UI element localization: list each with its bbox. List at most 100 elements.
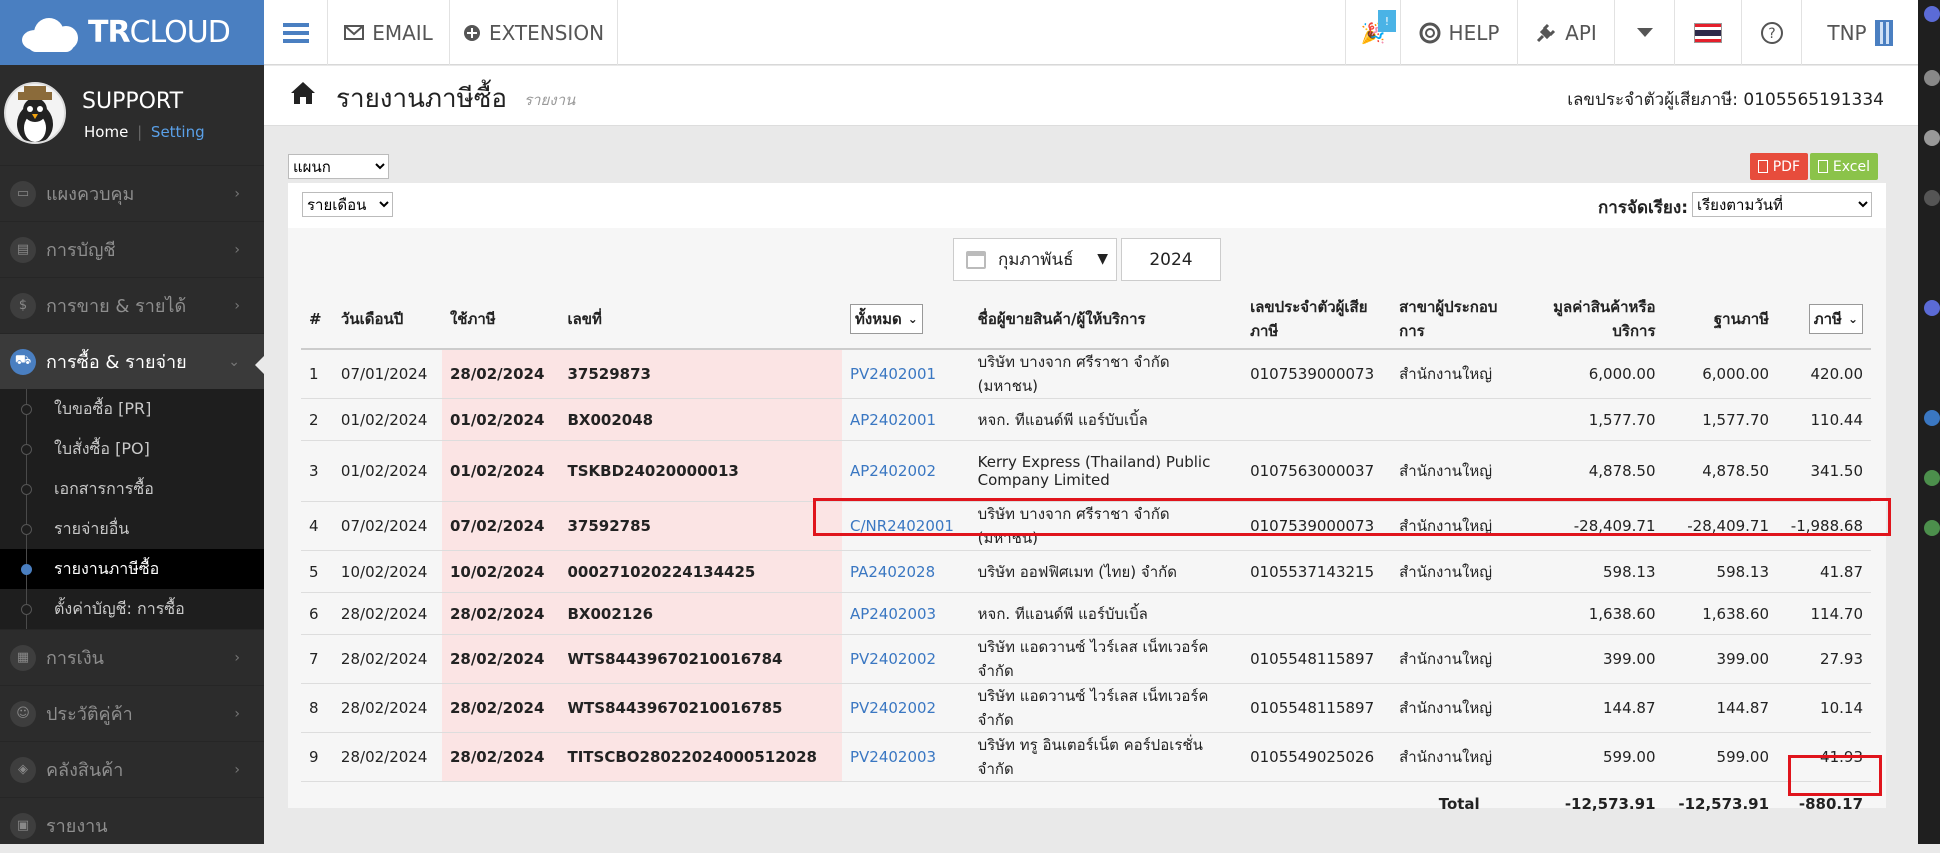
cell-tax-use: 10/02/2024: [441, 550, 560, 593]
sidebar-item-purchases[interactable]: ⛟ การซื้อ & รายจ่าย ⌄: [0, 333, 264, 389]
sidebar-item-sales[interactable]: $ การขาย & รายได้ ›: [0, 277, 264, 333]
cell-amount: 599.00: [1527, 732, 1664, 782]
email-label: EMAIL: [372, 20, 433, 45]
cell-doc-link[interactable]: PV2402002: [841, 634, 970, 684]
period-select[interactable]: รายเดือน: [302, 192, 393, 217]
col-vendor-header: ชื่อผู้ขายสินค้า/ผู้ให้บริการ: [969, 290, 1243, 350]
total-tax: -880.17: [1798, 794, 1863, 813]
cell-doc-link[interactable]: AP2402001: [841, 398, 970, 441]
avatar[interactable]: [4, 82, 66, 144]
table-row: 3 01/02/2024 01/02/2024 TSKBD24020000013 AP2…: [301, 440, 1871, 502]
edge-app-icon: [1924, 300, 1940, 316]
envelope-icon: [344, 25, 365, 40]
year-input[interactable]: 2024: [1121, 238, 1221, 281]
help-nav-button[interactable]: HELP: [1401, 0, 1518, 65]
submenu-item-purchase-docs[interactable]: เอกสารการซื้อ: [0, 469, 264, 509]
pdf-file-icon: [1757, 160, 1768, 173]
link-separator: |: [137, 123, 143, 141]
month-select[interactable]: กุมภาพันธ์ ▼: [953, 238, 1117, 281]
cell-doc-link[interactable]: PV2402003: [841, 732, 970, 782]
department-select[interactable]: แผนก: [288, 154, 389, 179]
cell-num: 5: [301, 550, 333, 593]
sidebar-item-inventory[interactable]: ◈ คลังสินค้า ›: [0, 741, 264, 797]
cell-branch: [1391, 592, 1528, 635]
cell-amount: 598.13: [1527, 550, 1664, 593]
cell-branch: สำนักงานใหญ่: [1391, 440, 1528, 502]
cell-branch: สำนักงานใหญ่: [1391, 683, 1528, 733]
cell-tax: 10.14: [1777, 683, 1871, 733]
cell-tax: 420.00: [1777, 349, 1871, 399]
export-excel-button[interactable]: Excel: [1809, 153, 1878, 180]
home-link[interactable]: Home: [84, 123, 128, 141]
api-nav-button[interactable]: API: [1518, 0, 1615, 65]
chevron-down-icon: ⌄: [1847, 312, 1858, 326]
doc-filter-select[interactable]: ทั้งหมด ⌄: [849, 304, 923, 334]
language-flag-button[interactable]: [1675, 0, 1742, 65]
tax-filter-select[interactable]: ภาษี ⌄: [1808, 304, 1863, 334]
cell-doc-link[interactable]: PA2402028: [841, 550, 970, 593]
trcloud-logo[interactable]: TRCLOUD: [0, 0, 264, 65]
submenu-label: ตั้งค่าบัญชี: การซื้อ: [54, 598, 185, 618]
cell-doc-link[interactable]: AP2402002: [841, 440, 970, 502]
cell-vendor-taxid: 0107539000073: [1242, 501, 1392, 551]
more-dropdown-button[interactable]: [1615, 0, 1675, 65]
cell-branch: สำนักงานใหญ่: [1391, 349, 1528, 399]
submenu-item-other-expenses[interactable]: รายจ่ายอื่น: [0, 509, 264, 549]
menu-toggle-button[interactable]: [264, 0, 328, 65]
extension-nav-button[interactable]: EXTENSION: [450, 0, 618, 65]
cell-tax: 341.50: [1777, 440, 1871, 502]
sort-select[interactable]: เรียงตามวันที่: [1692, 192, 1872, 217]
edge-app-icon: [1924, 520, 1940, 536]
cell-num: 3: [301, 440, 333, 502]
table-row: 8 28/02/2024 28/02/2024 WTS8443967021001678…: [301, 683, 1871, 733]
submenu-item-po[interactable]: ใบสั่งซื้อ [PO]: [0, 429, 264, 469]
lifebuoy-icon: [1419, 22, 1441, 43]
sidebar-item-dashboard[interactable]: ▭ แผงควบคุม ›: [0, 165, 264, 221]
cell-amount: 1,638.60: [1527, 592, 1664, 635]
submenu-item-purchase-settings[interactable]: ตั้งค่าบัญชี: การซื้อ: [0, 589, 264, 629]
sidebar-item-contacts[interactable]: ☺ ประวัติคู่ค้า ›: [0, 685, 264, 741]
col-tax-use-header: ใช้ภาษี: [441, 290, 560, 350]
cell-base: 6,000.00: [1663, 349, 1778, 399]
page-title: รายงานภาษีซื้อ: [336, 84, 508, 114]
sidebar: SUPPORT Home | Setting ▭ แผงควบคุม › ▤ ก…: [0, 65, 264, 844]
submenu-item-purchase-tax-report[interactable]: รายงานภาษีซื้อ: [0, 549, 264, 589]
sidebar-item-accounting[interactable]: ▤ การบัญชี ›: [0, 221, 264, 277]
col-doc-filter-header: ทั้งหมด ⌄: [841, 290, 970, 350]
cell-doc-link[interactable]: AP2402003: [841, 592, 970, 635]
thai-flag-icon: [1694, 22, 1722, 43]
cell-doc-link[interactable]: PV2402001: [841, 349, 970, 399]
taxid-value: 0105565191334: [1743, 90, 1884, 110]
sidebar-item-finance[interactable]: ▦ การเงิน ›: [0, 629, 264, 685]
cell-base: 399.00: [1663, 634, 1778, 684]
cell-doc-link[interactable]: PV2402002: [841, 683, 970, 733]
excel-file-icon: [1817, 160, 1828, 173]
cell-tax-use: 28/02/2024: [441, 592, 560, 635]
cell-num: 6: [301, 592, 333, 635]
home-icon[interactable]: [290, 81, 316, 105]
setting-link[interactable]: Setting: [151, 123, 205, 141]
bullet-icon: [21, 524, 32, 535]
cell-date: 07/01/2024: [332, 349, 442, 399]
doc-filter-value: ทั้งหมด: [854, 310, 902, 328]
sidebar-item-label: การบัญชี: [46, 240, 116, 261]
plug-icon: [1537, 23, 1556, 42]
cell-amount: 6,000.00: [1527, 349, 1664, 399]
user-menu-button[interactable]: TNP: [1802, 0, 1918, 65]
total-spacer-cell: [970, 782, 1242, 826]
export-pdf-button[interactable]: PDF: [1749, 153, 1808, 180]
cell-doc-link[interactable]: C/NR2402001: [841, 501, 970, 551]
pdf-label: PDF: [1772, 158, 1800, 175]
profile-area: SUPPORT Home | Setting: [0, 65, 264, 165]
cell-num: 1: [301, 349, 333, 399]
email-nav-button[interactable]: EMAIL: [328, 0, 450, 65]
sidebar-item-label: แผงควบคุม: [46, 184, 135, 205]
cell-base: 1,638.60: [1663, 592, 1778, 635]
cell-branch: สำนักงานใหญ่: [1391, 732, 1528, 782]
sidebar-item-reports[interactable]: ▣ รายงาน: [0, 797, 264, 853]
submenu-item-pr[interactable]: ใบขอซื้อ [PR]: [0, 389, 264, 429]
notification-button[interactable]: 🎉 !: [1345, 0, 1401, 65]
chevron-right-icon: ›: [234, 186, 240, 202]
right-edge-strip: [1918, 0, 1940, 844]
question-button[interactable]: ?: [1742, 0, 1802, 65]
